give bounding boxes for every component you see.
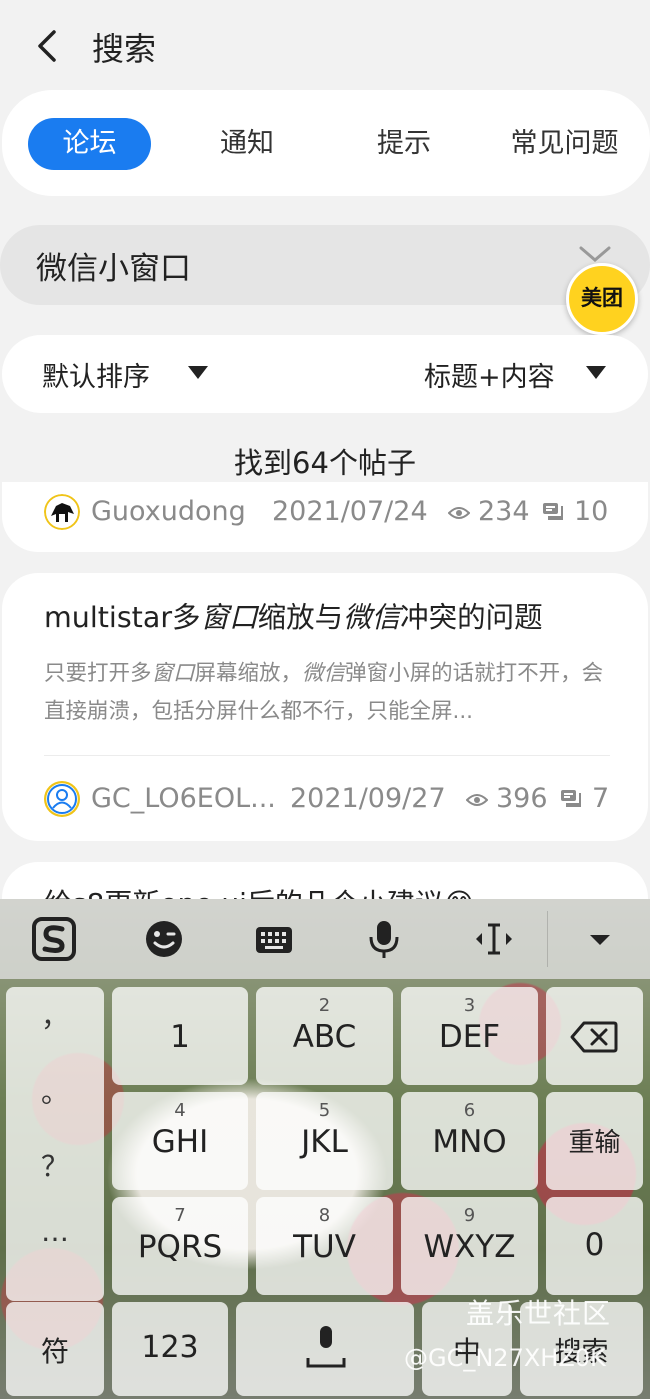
emoji-icon[interactable]: [142, 917, 186, 961]
comment-icon: [543, 503, 563, 520]
scope-dropdown[interactable]: 标题+内容: [424, 355, 555, 394]
back-arrow-icon[interactable]: [30, 26, 66, 66]
post-card[interactable]: multistar多窗口缩放与微信冲突的问题 只要打开多窗口屏幕缩放，微信弹窗小…: [2, 573, 648, 841]
meituan-floating-badge[interactable]: 美团: [566, 263, 638, 335]
eye-icon: [466, 794, 488, 806]
key-3[interactable]: 3 DEF: [401, 987, 538, 1085]
key-question[interactable]: ？: [6, 1145, 104, 1185]
sort-dropdown[interactable]: 默认排序: [42, 355, 150, 394]
chevron-down-icon[interactable]: [578, 244, 612, 264]
number-switch-key[interactable]: 123: [112, 1302, 228, 1396]
post-comments: 10: [574, 496, 609, 527]
divider: [44, 755, 610, 756]
microphone-icon[interactable]: [362, 917, 406, 961]
scope-caret-icon[interactable]: [586, 366, 606, 379]
comment-icon: [561, 790, 581, 807]
space-key[interactable]: [236, 1302, 414, 1396]
post-title[interactable]: multistar多窗口缩放与微信冲突的问题: [44, 595, 543, 636]
toolbar-divider: [547, 911, 548, 967]
reenter-key[interactable]: 重输: [546, 1092, 643, 1190]
page-title: 搜索: [92, 30, 157, 68]
punctuation-column: ， 。 ？ …: [6, 987, 104, 1301]
post-views: 396: [496, 783, 548, 814]
key-2[interactable]: 2 ABC: [256, 987, 393, 1085]
search-input[interactable]: 微信小窗口: [0, 225, 650, 305]
cursor-icon[interactable]: [472, 917, 516, 961]
avatar[interactable]: [44, 494, 80, 530]
tab-tips[interactable]: 提示: [354, 118, 454, 170]
key-6[interactable]: 6 MNO: [401, 1092, 538, 1190]
key-comma[interactable]: ，: [6, 995, 104, 1035]
key-ellipsis[interactable]: …: [6, 1215, 104, 1248]
keyboard-toolbar: [0, 899, 650, 979]
tab-notice[interactable]: 通知: [197, 118, 297, 170]
sogou-logo-icon[interactable]: [32, 917, 76, 961]
post-meta: GC_LO6EOL... 2021/09/27 396 7: [44, 779, 614, 819]
post-date: 2021/07/24: [272, 496, 428, 527]
post-date: 2021/09/27: [290, 783, 446, 814]
post-author[interactable]: Guoxudong: [91, 496, 246, 527]
key-period[interactable]: 。: [6, 1071, 104, 1111]
post-meta: Guoxudong 2021/07/24 234 10: [44, 492, 614, 532]
key-4[interactable]: 4 GHI: [112, 1092, 248, 1190]
avatar[interactable]: [44, 781, 80, 817]
space-mic-icon: [306, 1326, 346, 1368]
key-1[interactable]: 1: [112, 987, 248, 1085]
key-0[interactable]: 0: [546, 1197, 643, 1295]
post-card[interactable]: Guoxudong 2021/07/24 234 10: [2, 482, 648, 552]
eye-icon: [448, 507, 470, 519]
post-comments: 7: [592, 783, 610, 814]
results-count: 找到64个帖子: [234, 446, 416, 480]
keyboard-layout-icon[interactable]: [252, 917, 296, 961]
key-9[interactable]: 9 WXYZ: [401, 1197, 538, 1295]
backspace-key[interactable]: [546, 987, 643, 1085]
search-query: 微信小窗口: [36, 251, 191, 287]
backspace-icon: [570, 1021, 618, 1053]
post-excerpt: 只要打开多窗口屏幕缩放，微信弹窗小屏的话就打不开，会直接崩溃，包括分屏什么都不行…: [44, 661, 604, 724]
symbol-key[interactable]: 符: [6, 1302, 104, 1396]
collapse-icon[interactable]: [578, 917, 622, 961]
watermark: 盖乐世社区: [466, 1297, 612, 1330]
tab-forum[interactable]: 论坛: [28, 118, 151, 170]
filter-bar: 默认排序 标题+内容: [2, 335, 648, 413]
watermark-handle: @GC_N27XHZ0K: [404, 1344, 606, 1372]
key-7[interactable]: 7 PQRS: [112, 1197, 248, 1295]
header: 搜索: [0, 0, 650, 90]
tab-faq[interactable]: 常见问题: [502, 118, 627, 170]
post-views: 234: [478, 496, 530, 527]
key-8[interactable]: 8 TUV: [256, 1197, 393, 1295]
sort-caret-icon[interactable]: [188, 366, 208, 379]
tab-bar: 论坛 通知 提示 常见问题: [2, 90, 650, 196]
key-5[interactable]: 5 JKL: [256, 1092, 393, 1190]
post-author[interactable]: GC_LO6EOL...: [91, 783, 276, 814]
